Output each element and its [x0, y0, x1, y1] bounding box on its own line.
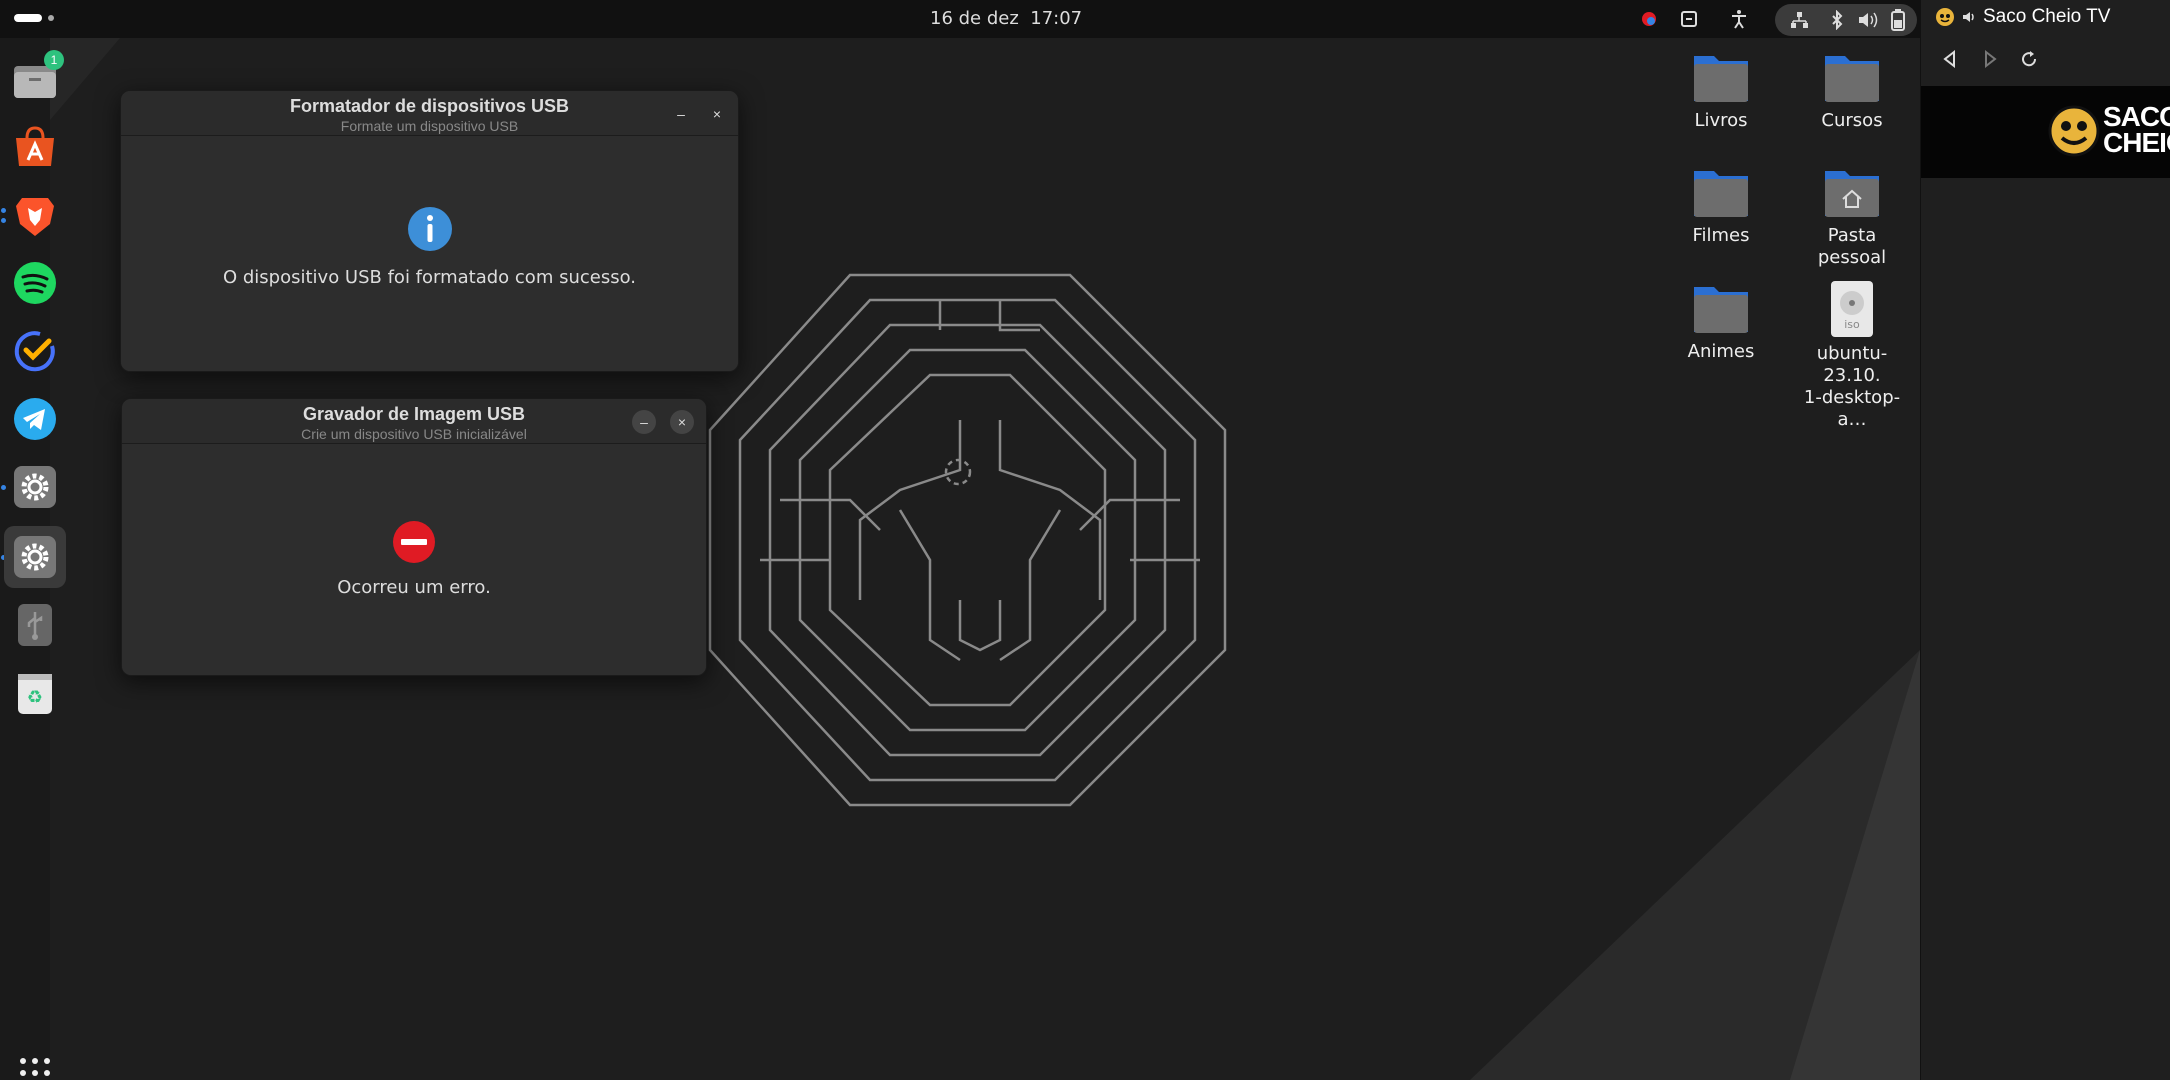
dock-spotify[interactable]: [4, 252, 66, 314]
close-button[interactable]: ×: [670, 410, 694, 434]
forward-icon[interactable]: [1981, 50, 1999, 68]
usb-formatter-window: Formatador de dispositivos USB Formate u…: [120, 90, 739, 372]
svg-text:♻: ♻: [27, 687, 43, 708]
back-icon[interactable]: [1941, 50, 1959, 68]
site-header-banner: SACO CHEIO: [1921, 86, 2170, 178]
trash-icon: ♻: [18, 674, 52, 714]
desktop-icon-label: Pasta pessoal: [1817, 225, 1887, 268]
folder-icon: [1694, 287, 1748, 333]
dock: 1 ♻: [0, 38, 66, 1080]
window-header[interactable]: Formatador de dispositivos USB Formate u…: [121, 91, 738, 136]
date-label: 16 de dez: [930, 8, 1019, 29]
desktop-folder-livros[interactable]: Livros: [1661, 50, 1781, 132]
minimize-button[interactable]: –: [632, 410, 656, 434]
minimize-button[interactable]: –: [669, 102, 693, 126]
window-title: Formatador de dispositivos USB: [289, 96, 570, 116]
maze-logo: [708, 273, 1227, 807]
home-folder-icon: [1825, 171, 1879, 217]
desktop-icon-label: Livros: [1694, 110, 1748, 131]
network-icon: [1791, 12, 1808, 28]
clock[interactable]: 16 de dez 17:07: [930, 8, 1082, 29]
screen-record-icon[interactable]: [1638, 8, 1660, 30]
desktop-icon-label: Cursos: [1821, 110, 1883, 131]
error-icon: [393, 521, 435, 563]
brave-browser-icon: [16, 198, 54, 236]
window-body: Ocorreu um erro.: [122, 444, 706, 675]
desktop-icon-label-line1: ubuntu-23.10.: [1816, 343, 1888, 386]
workspace-indicator-active: [14, 14, 42, 22]
desktop-file-iso[interactable]: iso ubuntu-23.10. 1-desktop-a…: [1792, 281, 1912, 431]
dock-tasks[interactable]: [4, 320, 66, 382]
accessibility-icon[interactable]: [1728, 8, 1750, 30]
desktop-folder-filmes[interactable]: Filmes: [1661, 165, 1781, 247]
dock-trash[interactable]: ♻: [4, 662, 66, 724]
status-message: Ocorreu um erro.: [337, 577, 491, 598]
folder-icon: [1825, 56, 1879, 102]
time-label: 17:07: [1030, 8, 1083, 29]
usb-image-writer-window: Gravador de Imagem USB Crie um dispositi…: [121, 398, 707, 676]
window-subtitle: Formate um dispositivo USB: [340, 118, 519, 134]
settings-icon: [14, 536, 56, 578]
dock-settings-active[interactable]: [4, 526, 66, 588]
window-body: O dispositivo USB foi formatado com suce…: [121, 136, 738, 371]
tasks-icon: [14, 331, 55, 372]
iso-badge: iso: [1844, 318, 1860, 331]
telegram-icon: [14, 398, 56, 440]
dock-brave[interactable]: [4, 184, 66, 246]
dock-telegram[interactable]: [4, 388, 66, 450]
desktop-folder-cursos[interactable]: Cursos: [1792, 50, 1912, 132]
battery-icon: [1891, 9, 1905, 31]
saco-cheio-logo: [2048, 105, 2100, 157]
usb-icon: [18, 604, 52, 646]
browser-tab-title: Saco Cheio TV: [1983, 6, 2111, 27]
window-subtitle: Crie um dispositivo USB inicializável: [301, 426, 527, 442]
window-header[interactable]: Gravador de Imagem USB Crie um dispositi…: [122, 399, 706, 444]
logo-text: SACO CHEIO: [2103, 103, 2170, 158]
system-status-menu[interactable]: [1775, 4, 1917, 36]
desktop-icon-label-line2: 1-desktop-a…: [1803, 387, 1901, 430]
folder-icon: [1694, 56, 1748, 102]
activities-button[interactable]: [14, 14, 54, 22]
dock-settings[interactable]: [4, 456, 66, 518]
top-bar: 16 de dez 17:07: [0, 0, 2170, 38]
desktop-icon-label: Animes: [1687, 341, 1755, 362]
browser-window: Saco Cheio TV SACO CHEIO: [1920, 0, 2170, 1080]
app-grid-icon: [20, 1058, 50, 1076]
bluetooth-icon: [1832, 10, 1843, 30]
workspace-indicator: [48, 15, 54, 21]
app-center-icon: [16, 126, 54, 166]
logo-text-line2: CHEIO: [2103, 127, 2170, 158]
clipboard-icon[interactable]: [1678, 8, 1700, 30]
site-favicon: [1936, 8, 1954, 26]
settings-icon: [14, 466, 56, 508]
close-button[interactable]: ×: [705, 102, 729, 126]
dock-app-center[interactable]: [4, 116, 66, 178]
dock-usb[interactable]: [4, 594, 66, 656]
dock-files[interactable]: 1: [4, 48, 66, 110]
desktop-icon-label: Filmes: [1692, 225, 1750, 246]
show-apps-button[interactable]: [4, 1042, 66, 1080]
audio-playing-icon[interactable]: [1961, 9, 1977, 25]
info-icon: [407, 207, 452, 251]
status-message: O dispositivo USB foi formatado com suce…: [222, 267, 637, 288]
spotify-icon: [14, 262, 56, 304]
volume-icon: [1859, 12, 1878, 28]
desktop-folder-home[interactable]: Pasta pessoal: [1792, 165, 1912, 269]
desktop-folder-animes[interactable]: Animes: [1661, 281, 1781, 363]
notification-badge: 1: [44, 50, 64, 70]
browser-tab[interactable]: Saco Cheio TV: [1935, 6, 2110, 28]
reload-icon[interactable]: [2020, 50, 2038, 68]
window-title: Gravador de Imagem USB: [302, 404, 526, 424]
folder-icon: [1694, 171, 1748, 217]
